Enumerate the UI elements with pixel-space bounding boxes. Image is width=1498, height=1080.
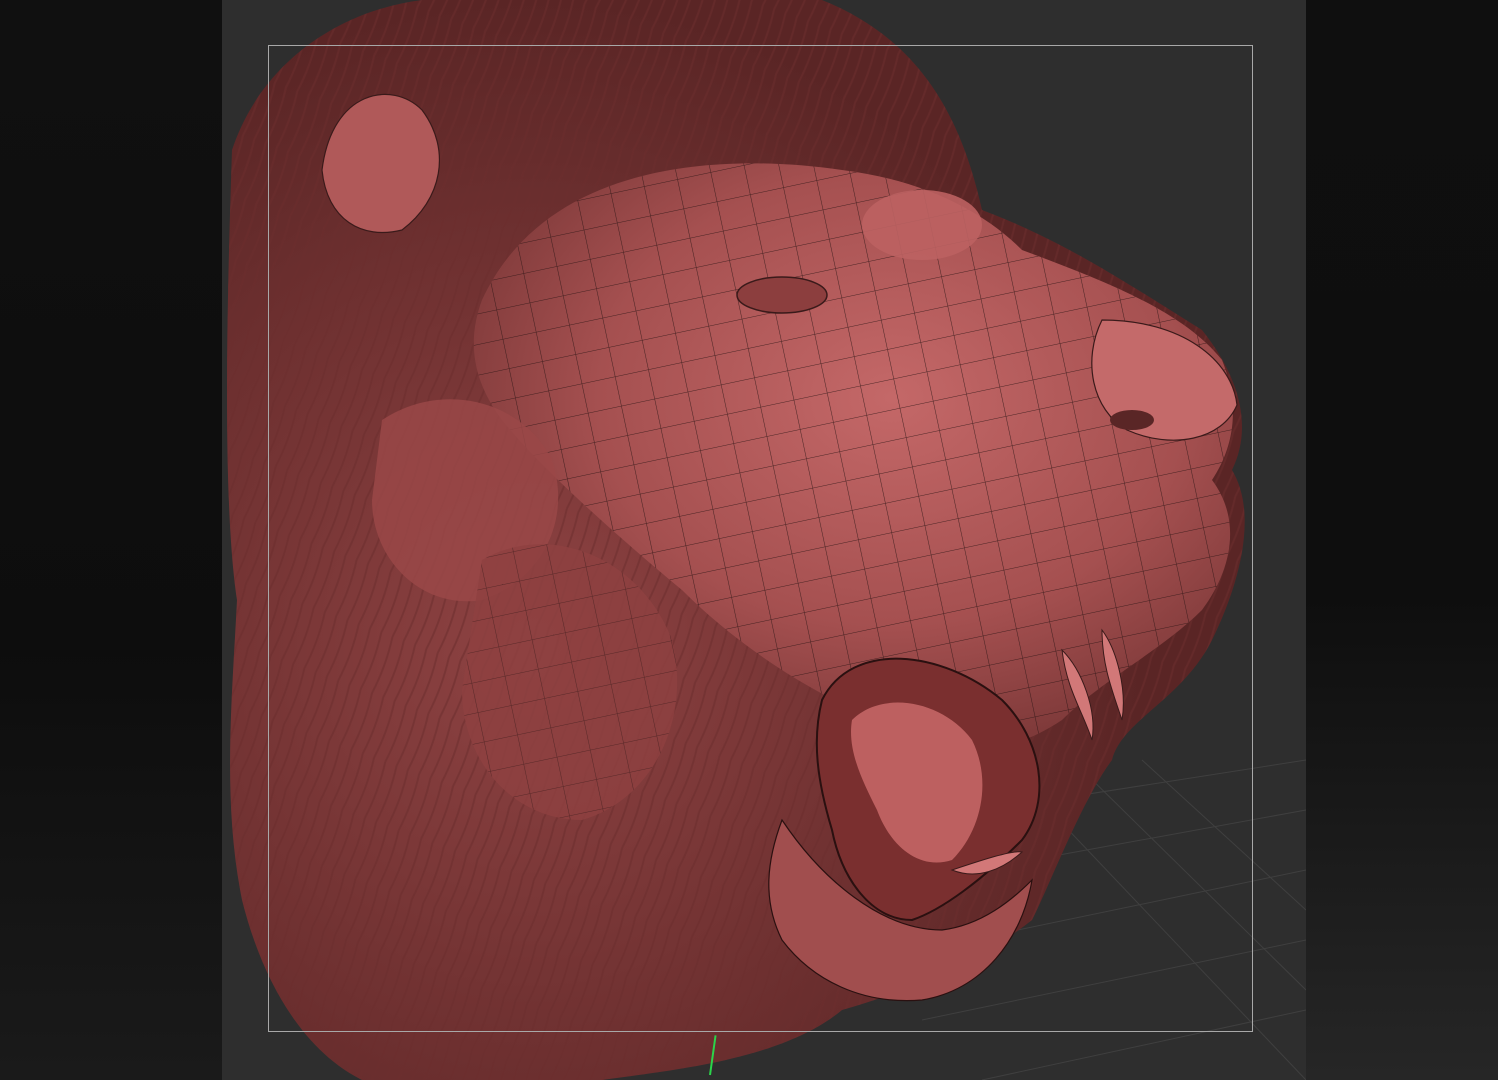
viewport-canvas[interactable] xyxy=(222,0,1306,1080)
sculpt-app xyxy=(0,0,1498,1080)
right-panel xyxy=(1306,0,1498,1080)
left-panel xyxy=(0,0,222,1080)
lion-model[interactable] xyxy=(227,0,1245,1080)
3d-viewport[interactable] xyxy=(222,0,1306,1080)
